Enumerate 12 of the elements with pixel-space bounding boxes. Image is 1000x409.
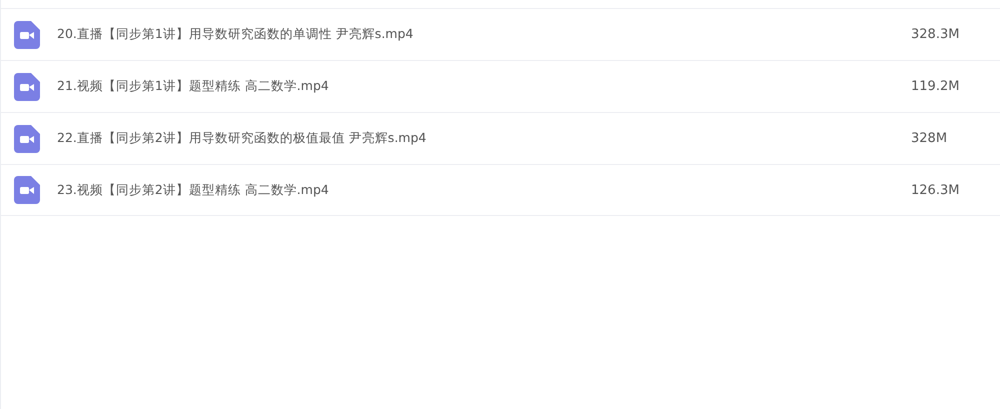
file-name[interactable]: 23.视频【同步第2讲】题型精练 高二数学.mp4 [57, 182, 911, 198]
file-name[interactable]: 21.视频【同步第1讲】题型精练 高二数学.mp4 [57, 78, 911, 95]
file-size: 328.3M [911, 27, 960, 42]
video-file-icon [14, 176, 40, 204]
file-size: 328M [911, 131, 948, 146]
video-file-icon [14, 124, 40, 152]
file-size: 119.2M [911, 79, 960, 94]
video-file-icon [14, 72, 40, 100]
file-name[interactable]: 20.直播【同步第1讲】用导数研究函数的单调性 尹亮辉s.mp4 [57, 26, 911, 43]
file-name[interactable]: 22.直播【同步第2讲】用导数研究函数的极值最值 尹亮辉s.mp4 [57, 130, 911, 147]
file-size: 126.3M [911, 182, 960, 198]
video-file-icon [14, 20, 40, 48]
